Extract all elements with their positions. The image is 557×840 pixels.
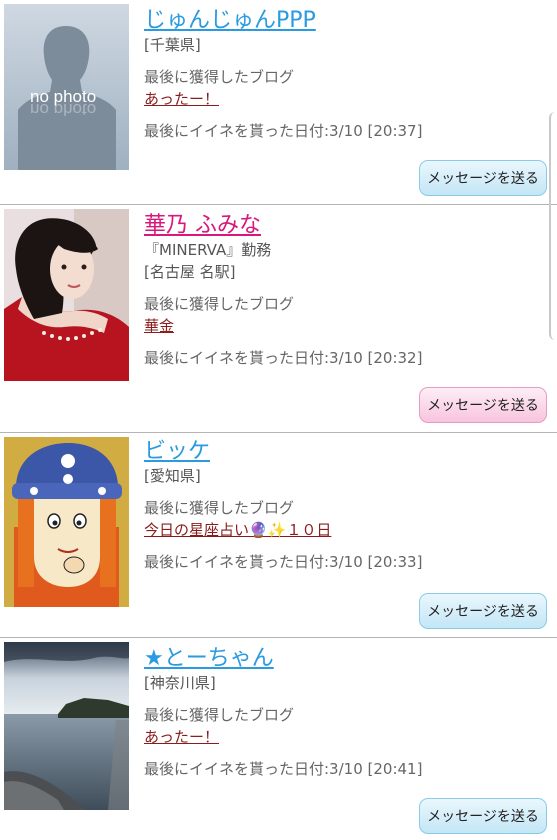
user-card: ★とーちゃん [神奈川県] 最後に獲得したブログ あったー！ 最後にイイネを貰っ… — [0, 638, 557, 840]
viking-character-icon — [4, 437, 129, 607]
user-card: no photo no photo じゅんじゅんPPP [千葉県] 最後に獲得し… — [0, 0, 557, 205]
seaside-landscape-icon — [4, 642, 129, 810]
user-location: [千葉県] — [144, 36, 201, 54]
last-like-date: 最後にイイネを貰った日付:3/10 [20:37] — [144, 122, 423, 140]
last-blog-link[interactable]: 華金 — [144, 315, 174, 337]
user-workplace: 『MINERVA』勤務 — [144, 241, 272, 259]
user-location: [愛知県] — [144, 467, 201, 485]
last-blog-label: 最後に獲得したブログ — [144, 68, 295, 86]
user-info: じゅんじゅんPPP [千葉県] 最後に獲得したブログ あったー！ 最後にイイネを… — [144, 8, 549, 142]
avatar[interactable]: no photo no photo — [4, 4, 129, 170]
user-info: ビッケ [愛知県] 最後に獲得したブログ 今日の星座占い🔮✨１０日 最後にイイネ… — [144, 439, 549, 573]
user-name-link[interactable]: ビッケ — [144, 439, 549, 465]
no-photo-reflection: no photo — [30, 100, 96, 119]
last-blog-link[interactable]: あったー！ — [144, 726, 219, 748]
send-message-button[interactable]: メッセージを送る — [419, 387, 547, 423]
user-location: [神奈川県] — [144, 674, 216, 692]
user-location: [名古屋 名駅] — [144, 263, 236, 281]
no-photo-avatar-icon: no photo no photo — [4, 4, 129, 170]
avatar[interactable] — [4, 209, 129, 381]
last-blog-link[interactable]: あったー！ — [144, 88, 219, 110]
last-blog-label: 最後に獲得したブログ — [144, 499, 295, 517]
scrollbar[interactable] — [549, 112, 557, 340]
user-card: ビッケ [愛知県] 最後に獲得したブログ 今日の星座占い🔮✨１０日 最後にイイネ… — [0, 433, 557, 638]
last-like-date: 最後にイイネを貰った日付:3/10 [20:33] — [144, 553, 423, 571]
send-message-button[interactable]: メッセージを送る — [419, 593, 547, 629]
user-info: 華乃 ふみな 『MINERVA』勤務 [名古屋 名駅] 最後に獲得したブログ 華… — [144, 213, 549, 369]
last-like-date: 最後にイイネを貰った日付:3/10 [20:41] — [144, 760, 423, 778]
user-card: 華乃 ふみな 『MINERVA』勤務 [名古屋 名駅] 最後に獲得したブログ 華… — [0, 205, 557, 433]
send-message-button[interactable]: メッセージを送る — [419, 160, 547, 196]
last-blog-label: 最後に獲得したブログ — [144, 706, 295, 724]
send-message-button[interactable]: メッセージを送る — [419, 798, 547, 834]
last-blog-link[interactable]: 今日の星座占い🔮✨１０日 — [144, 519, 331, 541]
user-name-link[interactable]: 華乃 ふみな — [144, 213, 549, 239]
avatar[interactable] — [4, 437, 129, 607]
avatar[interactable] — [4, 642, 129, 810]
user-name-link[interactable]: ★とーちゃん — [144, 646, 549, 672]
last-blog-label: 最後に獲得したブログ — [144, 295, 295, 313]
user-name-link[interactable]: じゅんじゅんPPP — [144, 8, 549, 34]
user-info: ★とーちゃん [神奈川県] 最後に獲得したブログ あったー！ 最後にイイネを貰っ… — [144, 646, 549, 780]
last-like-date: 最後にイイネを貰った日付:3/10 [20:32] — [144, 349, 423, 367]
woman-portrait-icon — [4, 209, 129, 381]
